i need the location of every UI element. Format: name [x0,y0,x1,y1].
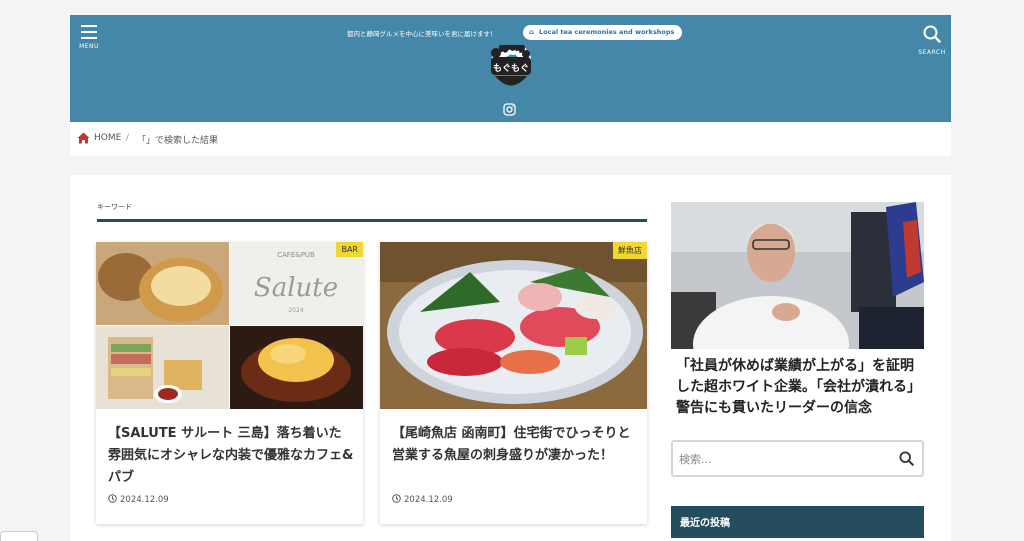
breadcrumb: HOME / 「」で検索した結果 [70,122,951,156]
breadcrumb-separator: / [126,133,130,143]
search-icon[interactable] [899,451,914,466]
post-date-text: 2024.12.09 [404,495,453,505]
promo-pill-label: Local tea ceremonies and workshops [539,28,675,36]
promo-pill-link[interactable]: ⌂ Local tea ceremonies and workshops [523,25,683,40]
breadcrumb-current: 「」で検索した結果 [137,136,219,146]
tag-icon: ⌂ [529,28,535,36]
post-card[interactable]: CAFE&PUB Salute 2024 BAR 【SALUTE サルート 三島… [96,242,363,524]
search-input[interactable] [679,449,879,469]
post-card[interactable]: 鮮魚店 【尾崎魚店 函南町】住宅街でひっそりと営業する魚屋の刺身盛りが凄かった！… [380,242,647,524]
post-date: 2024.12.09 [108,494,169,505]
category-badge[interactable]: 鮮魚店 [613,242,647,259]
post-thumbnail[interactable]: CAFE&PUB Salute 2024 BAR [96,242,363,409]
breadcrumb-home-link[interactable]: HOME [94,133,121,143]
post-date: 2024.12.09 [392,494,453,505]
scroll-to-top-tab[interactable] [0,531,38,541]
hamburger-icon [81,25,97,39]
sidebar-search [671,440,924,477]
recent-posts-heading: 最近の投稿 [671,506,924,538]
menu-label: MENU [79,43,99,50]
section-heading: キーワード [97,203,132,211]
sidebar-ad-headline[interactable]: 「社員が休めば業績が上がる」を証明した超ホワイト企業。「会社が潰れる」警告にも貫… [676,356,924,419]
category-badge[interactable]: BAR [336,242,363,257]
site-logo[interactable]: もぐもぐ [488,45,534,93]
clock-icon [392,494,401,503]
post-title[interactable]: 【SALUTE サルート 三島】落ち着いた雰囲気にオシャレな内装で優雅なカフェ&… [108,423,354,489]
site-header: MENU 都内と静岡グルメを中心に美味いを君に届けます！ ⌂ Local tea… [70,15,951,122]
header-search-button[interactable]: SEARCH [918,25,946,56]
main-content: キーワード CAFE&PUB Salute 2024 BAR 【SALUTE サ… [70,175,951,541]
menu-button[interactable]: MENU [78,25,100,50]
site-tagline: 都内と静岡グルメを中心に美味いを君に届けます！ [347,30,497,38]
section-divider [97,219,647,222]
search-icon [923,25,941,43]
thumb-sign-main: Salute [254,273,338,303]
thumb-sign-top: CAFE&PUB [277,251,315,259]
home-icon [77,132,90,144]
logo-text: もぐもぐ [493,63,529,74]
post-title[interactable]: 【尾崎魚店 函南町】住宅街でひっそりと営業する魚屋の刺身盛りが凄かった！ [392,423,638,467]
clock-icon [108,494,117,503]
sidebar-ad-image[interactable] [671,202,924,349]
thumb-sign-year: 2024 [288,307,303,314]
post-thumbnail[interactable]: 鮮魚店 [380,242,647,409]
search-label: SEARCH [918,49,946,56]
post-date-text: 2024.12.09 [120,495,169,505]
instagram-icon[interactable] [503,103,516,116]
